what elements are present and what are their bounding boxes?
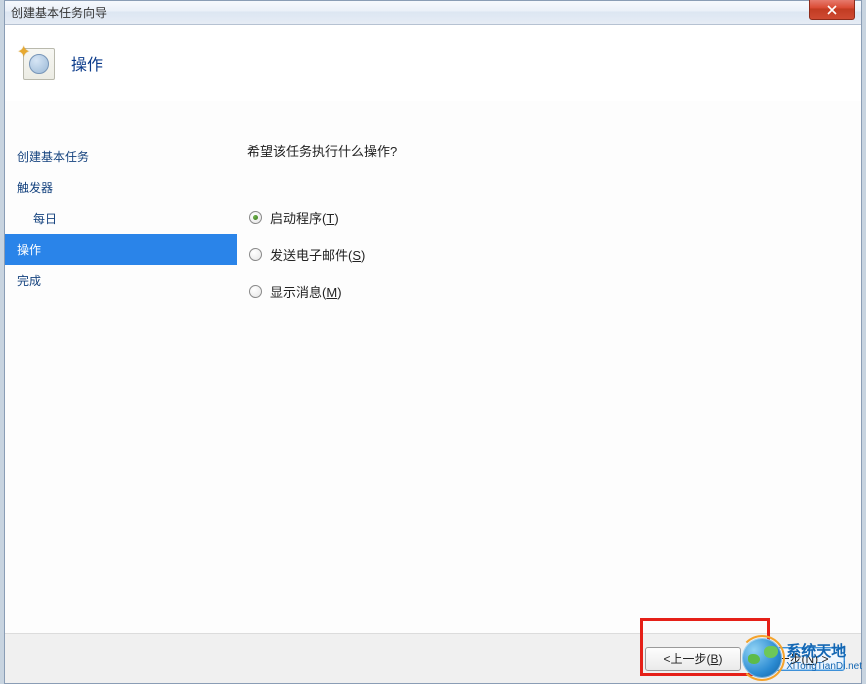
close-button[interactable] [809,0,855,20]
body-area: 创建基本任务 触发器 每日 操作 完成 希望该任务执行什么操作? 启动程序(T)… [5,101,861,633]
action-question: 希望该任务执行什么操作? [247,141,851,160]
page-title: 操作 [71,51,103,75]
option-start-program[interactable]: 启动程序(T) [249,208,851,227]
radio-show-message[interactable] [249,285,262,298]
main-content: 希望该任务执行什么操作? 启动程序(T) 发送电子邮件(S) [237,101,861,633]
back-button[interactable]: <上一步(B) [645,647,741,671]
option-send-email[interactable]: 发送电子邮件(S) [249,245,851,264]
action-radio-group: 启动程序(T) 发送电子邮件(S) 显示消息(M) [247,208,851,301]
radio-start-program[interactable] [249,211,262,224]
sidebar-step-action[interactable]: 操作 [5,234,237,265]
wizard-steps-sidebar: 创建基本任务 触发器 每日 操作 完成 [5,101,237,633]
option-show-message-label: 显示消息(M) [270,282,342,301]
sidebar-step-finish[interactable]: 完成 [5,265,237,296]
option-show-message[interactable]: 显示消息(M) [249,282,851,301]
titlebar: 创建基本任务向导 [5,1,861,25]
sidebar-step-create-basic-task[interactable]: 创建基本任务 [5,141,237,172]
window-title: 创建基本任务向导 [11,4,107,21]
radio-send-email[interactable] [249,248,262,261]
wizard-task-icon: ✦ [19,44,57,82]
sidebar-step-trigger[interactable]: 触发器 [5,172,237,203]
option-send-email-label: 发送电子邮件(S) [270,245,365,264]
footer: <上一步(B) 下一步(N) > [5,633,861,683]
next-button[interactable]: 下一步(N) > [749,647,845,671]
option-start-program-label: 启动程序(T) [270,208,339,227]
wizard-window: 创建基本任务向导 ✦ 操作 创建基本任务 触发器 每日 操作 完成 希望该任务执… [4,0,862,684]
header-panel: ✦ 操作 [5,25,861,101]
sidebar-step-daily[interactable]: 每日 [5,203,237,234]
close-icon [827,5,837,15]
